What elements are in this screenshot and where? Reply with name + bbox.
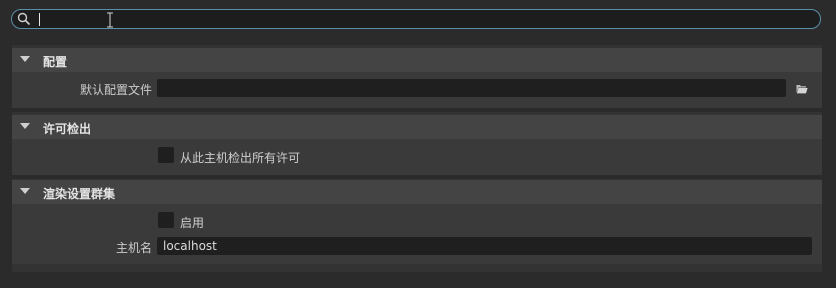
section-body-render-cluster: 启用 主机名 localhost bbox=[12, 204, 822, 264]
section-title-license: 许可检出 bbox=[43, 122, 92, 136]
checkout-all-label: 从此主机检出所有许可 bbox=[180, 151, 301, 165]
triangle-down-icon bbox=[20, 123, 30, 129]
default-config-label: 默认配置文件 bbox=[79, 83, 152, 97]
search-input[interactable] bbox=[37, 10, 807, 28]
section-header-render-cluster[interactable]: 渲染设置群集 bbox=[12, 180, 822, 204]
triangle-down-icon bbox=[20, 56, 30, 62]
section-header-license[interactable]: 许可检出 bbox=[12, 115, 822, 139]
section-header-config[interactable]: 配置 bbox=[12, 48, 822, 72]
section-title-render-cluster: 渲染设置群集 bbox=[43, 187, 116, 201]
enable-label: 启用 bbox=[180, 216, 205, 230]
text-caret bbox=[39, 13, 40, 26]
section-body-config: 默认配置文件 bbox=[12, 72, 822, 108]
section-body-license: 从此主机检出所有许可 bbox=[12, 139, 822, 175]
text-cursor-icon bbox=[107, 12, 113, 28]
search-bar[interactable] bbox=[11, 9, 821, 29]
enable-checkbox[interactable] bbox=[158, 212, 174, 228]
default-config-field[interactable] bbox=[157, 79, 786, 97]
section-divider bbox=[12, 108, 822, 112]
triangle-down-icon bbox=[20, 188, 30, 194]
search-icon bbox=[17, 12, 31, 26]
section-divider bbox=[12, 175, 822, 179]
hostname-label: 主机名 bbox=[115, 241, 152, 255]
preferences-window: 配置 默认配置文件 许可检出 从此主机检出所有许可 渲染设置群集 启用 主机名 … bbox=[0, 0, 836, 288]
checkout-all-checkbox[interactable] bbox=[158, 147, 174, 163]
folder-open-icon[interactable] bbox=[796, 84, 808, 94]
hostname-field[interactable]: localhost bbox=[157, 237, 812, 255]
section-title-config: 配置 bbox=[43, 55, 68, 69]
settings-panel: 配置 默认配置文件 许可检出 从此主机检出所有许可 渲染设置群集 启用 主机名 … bbox=[12, 45, 822, 272]
